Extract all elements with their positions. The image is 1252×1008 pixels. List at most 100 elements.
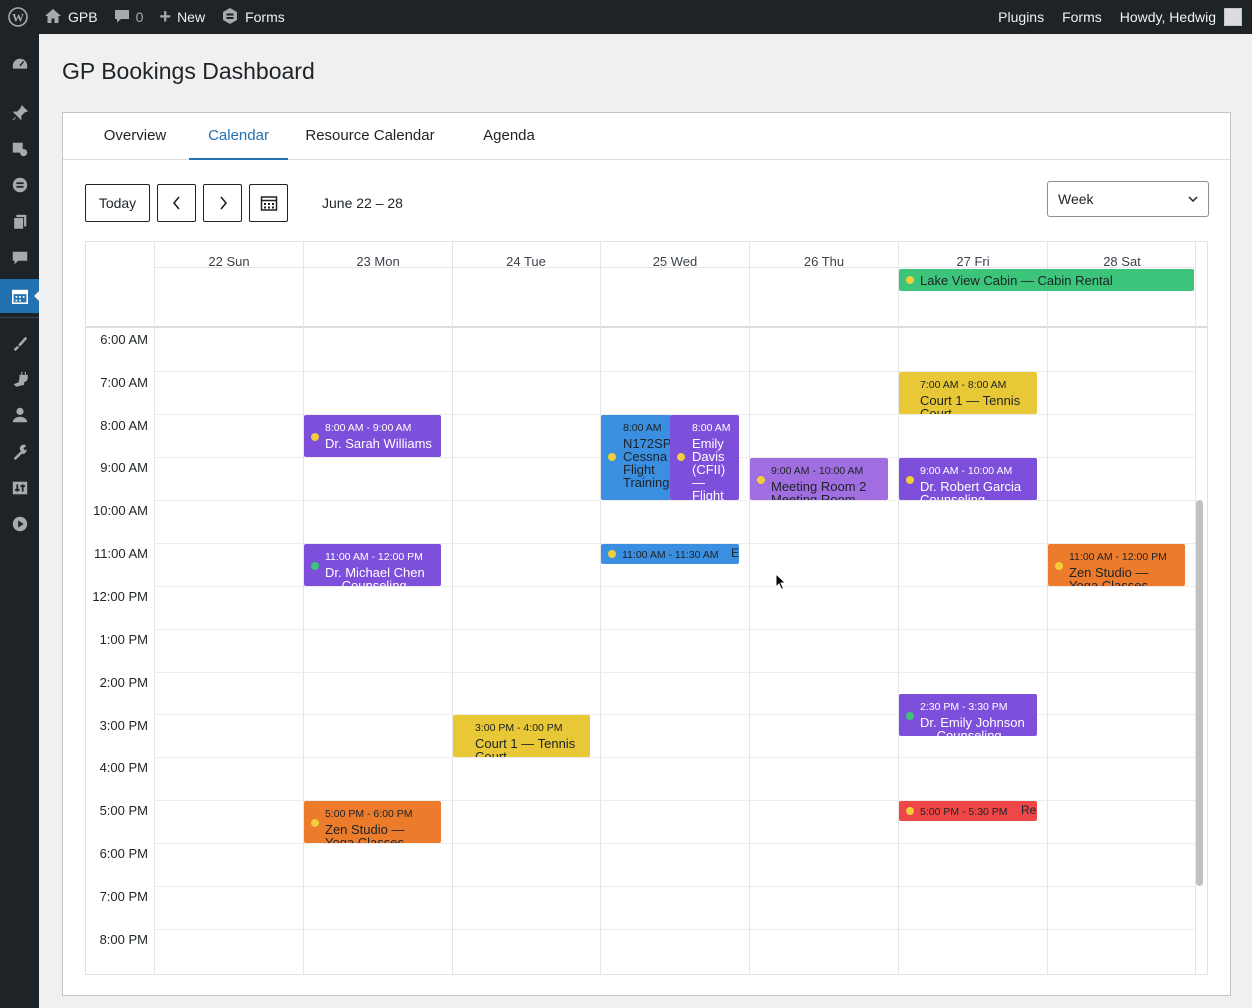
my-account-link[interactable]: Howdy, Hedwig [1112,0,1252,34]
tab-bar: Overview Calendar Resource Calendar Agen… [63,113,1230,160]
tab-resource-calendar[interactable]: Resource Calendar [295,113,445,160]
time-label: 9:00 AM [100,460,148,475]
plugins-link[interactable]: Plugins [990,0,1052,34]
event-time: 8:00 AM - 9:00 AM [325,422,412,434]
event-title: Dr. Robert Garcia Counseling [920,479,1022,500]
time-label: 11:00 AM [94,546,148,561]
play-icon[interactable] [0,507,39,541]
calendar-icon [260,196,277,211]
status-dot [311,433,319,441]
home-icon [44,8,62,27]
day-header-wed: 25 Wed [652,254,698,269]
event-e13[interactable]: 11:00 AM - 12:00 PM Zen Studio — Yoga Cl… [1048,544,1185,586]
status-dot [608,453,616,461]
forms-right-link[interactable]: Forms [1052,0,1112,34]
site-name: GPB [68,9,98,25]
wordpress-icon: W [8,7,28,27]
event-e4[interactable]: 3:00 PM - 4:00 PM Court 1 — Tennis Court [453,715,590,757]
event-time: 2:30 PM - 3:30 PM [920,701,1008,713]
event-title: N172SP Cessna Flight Training [623,436,671,490]
event-e9[interactable]: 7:00 AM - 8:00 AM Court 1 — Tennis Court [899,372,1037,414]
week-calendar: 22 Sun 23 Mon 24 Tue 25 Wed 26 Thu 27 Fr… [85,241,1208,975]
tab-agenda[interactable]: Agenda [469,113,549,160]
comments-link[interactable]: 0 [106,0,152,34]
event-e7[interactable]: 11:00 AM - 11:30 AM E [601,544,739,564]
event-title: Zen Studio — Yoga Classes [1069,565,1149,586]
gravity-forms-icon [221,7,239,28]
admin-sidebar [0,34,39,1008]
time-label: 8:00 AM [100,418,148,433]
event-time: 5:00 PM - 6:00 PM [325,808,413,820]
plus-icon: + [159,6,172,28]
day-header-fri: 27 Fri [956,254,990,269]
plugins-icon[interactable] [0,362,39,396]
event-title: Emily Davis (CFII) — Flight [692,436,726,500]
prev-week-button[interactable] [157,184,196,222]
status-dot [757,476,765,484]
today-button[interactable]: Today [85,184,150,222]
howdy-text: Howdy, Hedwig [1119,9,1216,25]
status-dot [311,562,319,570]
day-header-tue: 24 Tue [506,254,546,269]
tab-overview[interactable]: Overview [85,113,185,160]
event-title: Meeting Room 2 Meeting Room [771,479,867,500]
next-week-button[interactable] [203,184,242,222]
event-time: 11:00 AM - 12:00 PM [325,551,423,563]
dashboard-icon[interactable] [0,48,39,82]
calendar-scrollbar[interactable] [1196,500,1203,886]
appearance-icon[interactable] [0,326,39,360]
time-label: 7:00 AM [100,375,148,390]
time-label: 1:00 PM [99,632,148,647]
time-label: 7:00 PM [99,889,148,904]
event-title: Dr. Emily Johnson — Counseling [920,715,1025,736]
tools-icon[interactable] [0,435,39,469]
forms-label: Forms [245,9,285,25]
status-dot [608,550,616,558]
event-e6[interactable]: 8:00 AM Emily Davis (CFII) — Flight [670,415,739,500]
status-dot [311,819,319,827]
event-e1[interactable]: 8:00 AM - 9:00 AM Dr. Sarah Williams [304,415,441,457]
event-e3[interactable]: 5:00 PM - 6:00 PM Zen Studio — Yoga Clas… [304,801,441,843]
event-e10[interactable]: 9:00 AM - 10:00 AM Dr. Robert Garcia Cou… [899,458,1037,500]
event-e2[interactable]: 11:00 AM - 12:00 PM Dr. Michael Chen — C… [304,544,441,586]
event-time: 5:00 PM - 5:30 PM [920,806,1008,818]
settings-icon[interactable] [0,471,39,505]
time-label: 12:00 PM [92,589,148,604]
event-time: 9:00 AM - 10:00 AM [920,465,1013,477]
event-e5[interactable]: 8:00 AM N172SP Cessna Flight Training [601,415,671,500]
event-e8[interactable]: 9:00 AM - 10:00 AM Meeting Room 2 Meetin… [750,458,888,500]
day-header-sat: 28 Sat [1103,254,1141,269]
event-time: 8:00 AM [623,422,662,434]
status-dot [677,453,685,461]
page-title: GP Bookings Dashboard [62,58,315,84]
forms-menu-icon[interactable] [0,168,39,202]
event-title: Dr. Sarah Williams [325,436,432,451]
time-label: 2:00 PM [99,675,148,690]
status-dot [1055,562,1063,570]
event-title: E [731,546,739,560]
chevron-down-icon [1188,196,1198,202]
comments-menu-icon[interactable] [0,241,39,275]
event-e11[interactable]: 2:30 PM - 3:30 PM Dr. Emily Johnson — Co… [899,694,1037,736]
comments-count: 0 [135,9,144,25]
new-content-link[interactable]: + New [151,0,213,34]
media-icon[interactable] [0,132,39,166]
gravity-forms-link[interactable]: Forms [213,0,293,34]
allday-event[interactable]: Lake View Cabin — Cabin Rental [899,269,1194,291]
view-select[interactable]: Week [1047,181,1209,217]
site-name-link[interactable]: GPB [36,0,106,34]
new-label: New [177,9,206,25]
event-time: 9:00 AM - 10:00 AM [771,465,864,477]
status-dot [906,476,914,484]
time-label: 4:00 PM [99,760,148,775]
event-e12[interactable]: 5:00 PM - 5:30 PM Re [899,801,1037,821]
time-label: 6:00 PM [99,846,148,861]
event-time: 8:00 AM [692,422,731,434]
tab-calendar[interactable]: Calendar [189,113,288,160]
bookings-calendar-icon[interactable] [0,279,39,313]
pages-icon[interactable] [0,205,39,239]
date-picker-button[interactable] [249,184,288,222]
wordpress-logo-button[interactable]: W [0,0,36,34]
users-icon[interactable] [0,398,39,432]
pin-icon[interactable] [0,96,39,130]
